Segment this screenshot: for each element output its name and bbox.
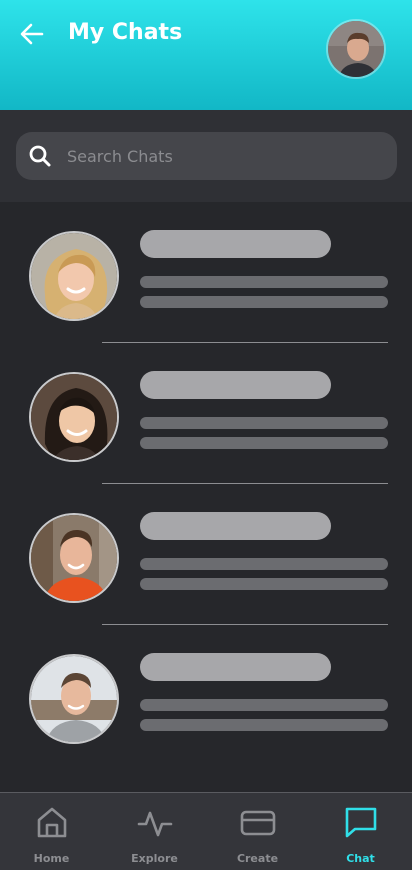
chat-icon (345, 807, 376, 838)
chat-name-placeholder (140, 230, 331, 258)
chat-name-placeholder (140, 653, 331, 681)
chat-list-item[interactable] (0, 625, 412, 766)
search-area (0, 110, 412, 202)
card-icon (240, 810, 275, 836)
bottom-nav: Home Explore Create Chat (0, 792, 412, 870)
home-icon (37, 807, 66, 838)
chat-list-item[interactable] (0, 202, 412, 343)
nav-item-explore[interactable]: Explore (103, 793, 206, 870)
nav-item-create[interactable]: Create (206, 793, 309, 870)
chat-preview-placeholder (140, 578, 388, 590)
chat-name-placeholder (140, 512, 331, 540)
search-input[interactable] (67, 146, 397, 166)
nav-item-chat[interactable]: Chat (309, 793, 412, 870)
chat-preview-placeholder (140, 417, 388, 429)
avatar-dark-haired-woman (29, 372, 119, 462)
profile-avatar[interactable] (326, 19, 386, 79)
chat-preview-placeholder (140, 437, 388, 449)
chat-name-placeholder (140, 371, 331, 399)
nav-label-chat: Chat (346, 852, 375, 865)
chat-preview-placeholder (140, 558, 388, 570)
activity-icon (137, 811, 172, 837)
avatar-blonde-woman (29, 231, 119, 321)
page-title: My Chats (68, 20, 183, 45)
avatar-man-grey-shirt (29, 654, 119, 744)
nav-label-explore: Explore (131, 852, 178, 865)
arrow-left-icon (20, 23, 44, 45)
chat-preview-placeholder (140, 296, 388, 308)
app-header: My Chats (0, 0, 412, 110)
chat-preview-placeholder (140, 699, 388, 711)
avatar-man-orange-sweater (29, 513, 119, 603)
nav-label-create: Create (236, 852, 279, 865)
chat-preview-placeholder (140, 719, 388, 731)
chat-list-item[interactable] (0, 343, 412, 484)
nav-label-home: Home (33, 852, 70, 865)
nav-item-home[interactable]: Home (0, 793, 103, 870)
back-button[interactable] (18, 20, 46, 48)
chat-list-item[interactable] (0, 484, 412, 625)
search-icon (29, 145, 51, 167)
chat-preview-placeholder (140, 276, 388, 288)
search-bar[interactable] (16, 132, 397, 180)
